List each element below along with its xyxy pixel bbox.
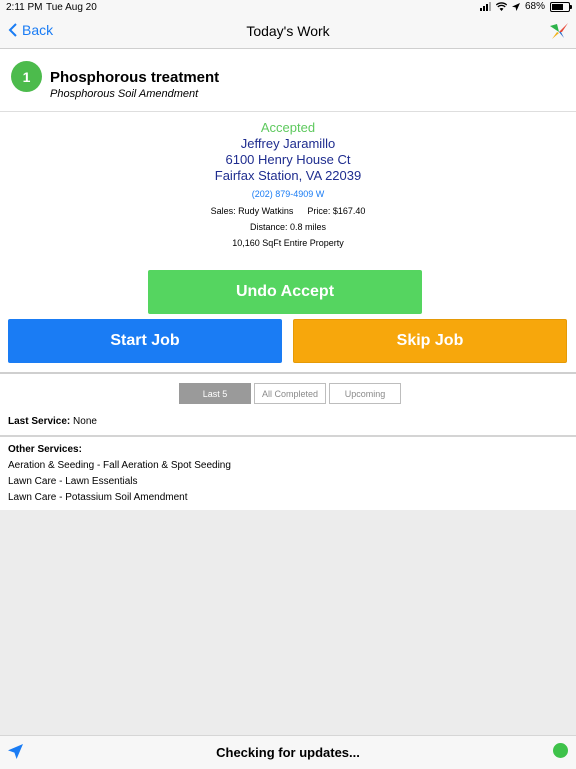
status-time: 2:11 PM — [6, 2, 43, 13]
signal-icon — [479, 2, 491, 11]
list-item: Lawn Care - Potassium Soil Amendment — [8, 492, 188, 503]
battery-icon — [550, 1, 572, 12]
battery-percent: 68% — [524, 1, 545, 12]
address-line2[interactable]: Fairfax Station, VA 22039 — [0, 168, 576, 184]
hummingbird-logo-icon — [550, 23, 568, 39]
sync-status-text: Checking for updates... — [216, 745, 360, 760]
last-service-label: Last Service: — [8, 416, 71, 427]
last-service-row: Last Service: None — [8, 416, 97, 427]
other-services: Other Services: Aeration & Seeding - Fal… — [8, 442, 231, 506]
job-number-badge: 1 — [11, 61, 42, 92]
customer-name: Jeffrey Jaramillo — [240, 136, 336, 151]
job-content: 1 Phosphorous treatment Phosphorous Soil… — [0, 49, 576, 249]
start-job-button[interactable]: Start Job — [8, 319, 282, 363]
tab-upcoming[interactable]: Upcoming — [329, 383, 401, 404]
job-status: Accepted — [260, 120, 316, 135]
status-right: 68% — [479, 1, 572, 12]
page-title: Today's Work — [246, 23, 330, 39]
location-arrow-icon — [511, 2, 520, 11]
last-service-value: None — [73, 416, 97, 427]
other-services-label: Other Services: — [8, 444, 82, 455]
navigation-bar: Back Today's Work — [0, 15, 576, 49]
undo-accept-button[interactable]: Undo Accept — [148, 270, 422, 314]
job-header: 1 Phosphorous treatment Phosphorous Soil… — [0, 49, 576, 112]
tab-last-5[interactable]: Last 5 — [179, 383, 251, 404]
sales-person: Sales: Rudy Watkins — [210, 206, 294, 216]
price: Price: $167.40 — [307, 206, 366, 216]
list-item: Lawn Care - Lawn Essentials — [8, 476, 138, 487]
list-item: Aeration & Seeding - Fall Aeration & Spo… — [8, 460, 231, 471]
online-status-indicator — [553, 743, 568, 758]
distance: Distance: 0.8 miles — [249, 222, 327, 232]
property-area: 10,160 SqFt Entire Property — [232, 238, 344, 248]
customer-info: Accepted Jeffrey Jaramillo 6100 Henry Ho… — [0, 112, 576, 249]
status-date: Tue Aug 20 — [46, 2, 97, 13]
job-title: Phosphorous treatment — [50, 69, 220, 86]
bottom-bar: Checking for updates... — [0, 735, 576, 769]
section-divider-2 — [0, 435, 576, 437]
skip-job-button[interactable]: Skip Job — [293, 319, 567, 363]
history-segmented-control: Last 5 All Completed Upcoming — [179, 383, 401, 404]
section-divider — [0, 372, 576, 374]
wifi-icon — [495, 2, 507, 11]
job-subtitle: Phosphorous Soil Amendment — [50, 88, 199, 100]
tab-all-completed[interactable]: All Completed — [254, 383, 326, 404]
sales-price-row: Sales: Rudy Watkins Price: $167.40 — [0, 205, 576, 217]
phone-link[interactable]: (202) 879-4909 W — [0, 187, 576, 201]
status-bar: 2:11 PM Tue Aug 20 68% — [0, 0, 576, 15]
address-line1[interactable]: 6100 Henry House Ct — [0, 152, 576, 168]
